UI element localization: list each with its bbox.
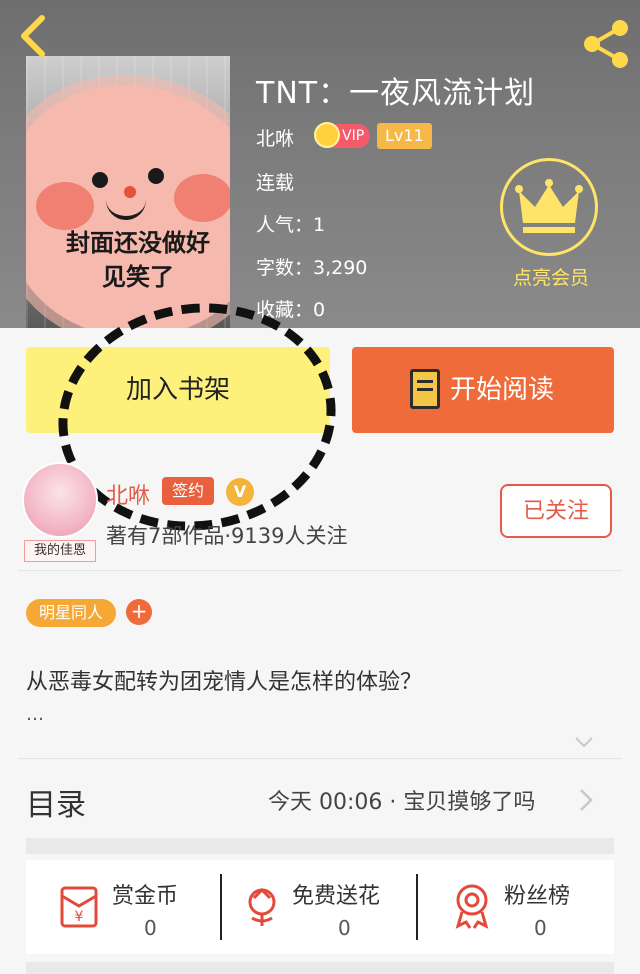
avatar[interactable]	[22, 462, 98, 538]
book-icon	[410, 369, 440, 409]
chevron-right-icon[interactable]	[576, 786, 596, 814]
share-icon[interactable]	[580, 18, 632, 70]
flower-icon	[248, 887, 276, 926]
separator	[220, 874, 222, 940]
book-title: TNT：一夜风流计划	[256, 76, 536, 111]
send-flowers-count: 0	[338, 916, 351, 940]
signed-badge: 签约	[162, 477, 214, 505]
author-stats: 著有7部作品·9139人关注	[106, 524, 348, 548]
coin-envelope-icon: ¥	[60, 886, 98, 928]
add-to-shelf-button[interactable]: 加入书架	[26, 347, 330, 433]
level-badge: Lv11	[377, 123, 432, 149]
vip-crown-button[interactable]	[500, 158, 598, 256]
reward-coins-button[interactable]: ¥ 赏金币 0	[26, 860, 222, 954]
avatar-tag: 我的佳恩	[24, 540, 96, 562]
crown-icon	[314, 122, 340, 148]
author-name-header[interactable]: 北咻	[256, 124, 294, 151]
favorites-count: 收藏：0	[256, 299, 326, 321]
actions-bar: ¥ 赏金币 0 免费送花 0 粉丝榜 0	[26, 860, 614, 954]
reward-coins-count: 0	[144, 916, 157, 940]
svg-text:¥: ¥	[75, 909, 84, 925]
section-gap	[26, 838, 614, 854]
follow-button[interactable]: 已关注	[500, 484, 612, 538]
start-reading-button[interactable]: 开始阅读	[352, 347, 614, 433]
section-gap	[26, 962, 614, 974]
author-name[interactable]: 北咻	[106, 478, 150, 510]
cover-text-line2: 见笑了	[102, 263, 174, 291]
fan-ranking-count: 0	[534, 916, 547, 940]
send-flowers-label: 免费送花	[292, 884, 381, 909]
book-cover[interactable]: 封面还没做好 见笑了	[26, 56, 230, 328]
book-status: 连载	[256, 172, 295, 194]
separator	[416, 874, 418, 940]
send-flowers-button[interactable]: 免费送花 0	[224, 860, 418, 954]
vip-label[interactable]: 点亮会员	[496, 263, 606, 290]
add-tag-button[interactable]: +	[126, 599, 152, 625]
category-tag[interactable]: 明星同人	[26, 599, 116, 627]
medal-icon	[455, 884, 489, 929]
divider	[18, 570, 622, 571]
catalog-label[interactable]: 目录	[26, 780, 86, 824]
summary-ellipsis: …	[26, 704, 44, 725]
verified-icon: V	[226, 478, 254, 506]
book-header: 封面还没做好 见笑了 TNT：一夜风流计划 北咻 VIP Lv11 连载 人气：…	[0, 0, 640, 328]
cover-text-line1: 封面还没做好	[66, 229, 210, 257]
chevron-down-icon[interactable]	[572, 730, 596, 754]
fan-ranking-label: 粉丝榜	[504, 884, 571, 909]
latest-chapter[interactable]: 今天 00:06 · 宝贝摸够了吗	[268, 784, 535, 816]
back-arrow-icon[interactable]	[14, 14, 54, 58]
start-reading-label: 开始阅读	[450, 375, 555, 405]
divider	[18, 758, 622, 759]
reward-coins-label: 赏金币	[112, 884, 179, 909]
fan-ranking-button[interactable]: 粉丝榜 0	[420, 860, 614, 954]
word-count: 字数：3,290	[256, 257, 368, 279]
crown-icon	[515, 179, 583, 233]
vip-badge: VIP	[314, 122, 371, 148]
book-summary: 从恶毒女配转为团宠情人是怎样的体验？	[26, 670, 423, 695]
popularity: 人气：1	[256, 214, 326, 236]
